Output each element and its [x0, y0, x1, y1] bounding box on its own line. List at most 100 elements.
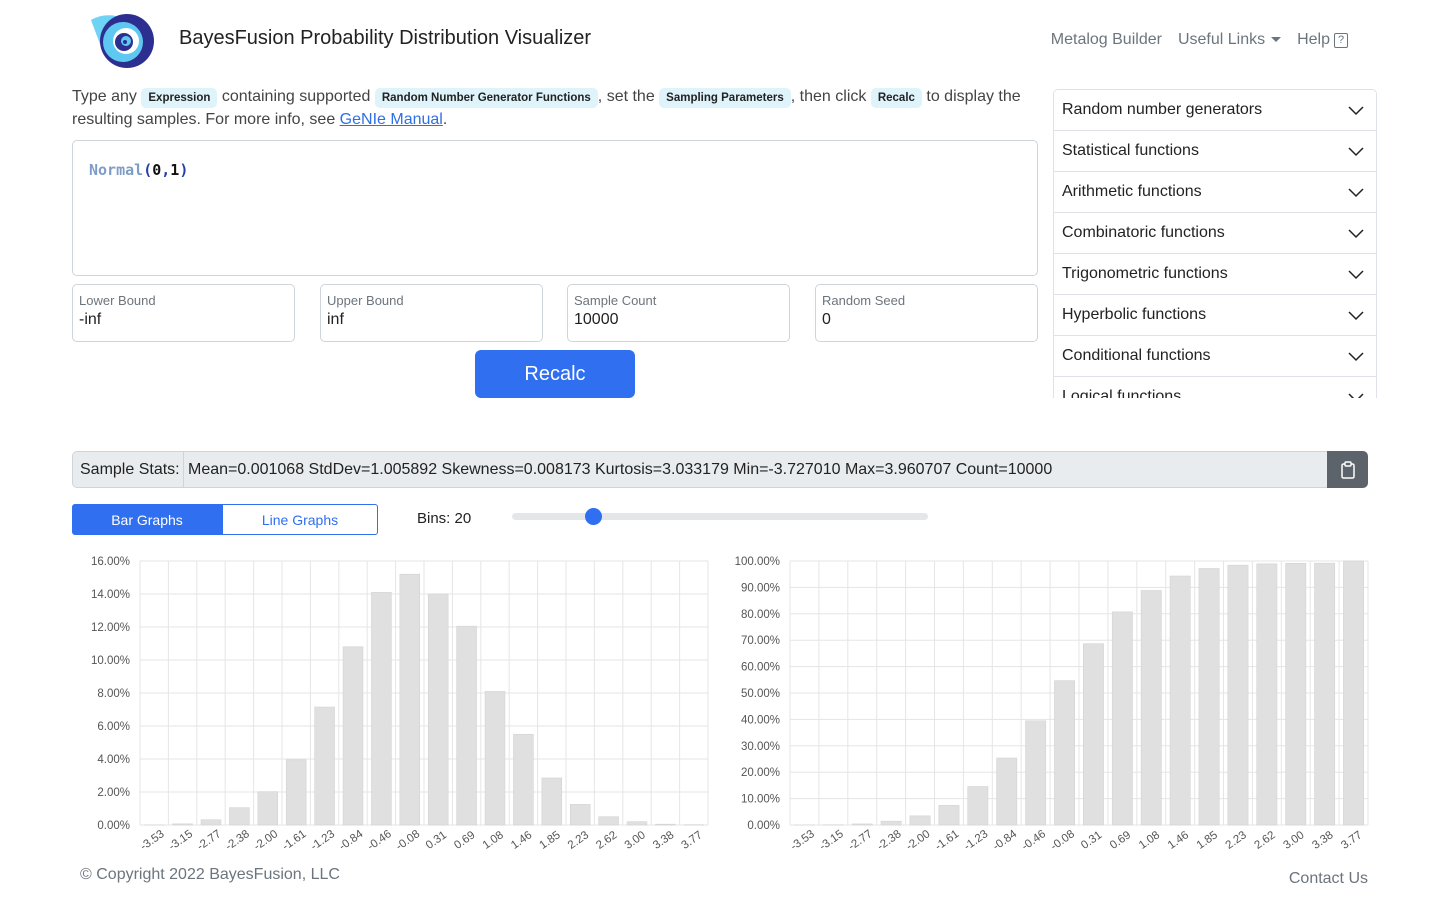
bar[interactable] — [541, 777, 563, 826]
pdf-chart: 0.00% 2.00% 4.00% 6.00% 8.00% 10.00% 12.00% 14.… — [60, 548, 720, 863]
bar[interactable] — [569, 804, 591, 826]
intro-text-6: . — [442, 111, 448, 128]
bar[interactable] — [1198, 568, 1220, 826]
bar[interactable] — [200, 819, 222, 826]
upper-bound-field[interactable]: Upper Bound inf — [320, 284, 543, 342]
y-tick-label: 80.00% — [741, 609, 780, 621]
sample-count-value[interactable]: 10000 — [574, 309, 783, 331]
bar[interactable] — [1083, 643, 1104, 826]
copy-stats-button[interactable] — [1327, 451, 1368, 488]
rng-functions-pill: Random Number Generator Functions — [374, 88, 598, 108]
x-tick-label: -2.00 — [252, 828, 280, 853]
accordion-hyperbolic-functions[interactable]: Hyperbolic functions — [1054, 295, 1376, 336]
bar[interactable] — [427, 593, 449, 826]
random-seed-field[interactable]: Random Seed 0 — [815, 284, 1038, 342]
accordion-conditional-functions[interactable]: Conditional functions — [1054, 336, 1376, 377]
bar[interactable] — [655, 823, 676, 826]
editor-close-paren: ) — [179, 161, 189, 179]
accordion-arithmetic-functions[interactable]: Arithmetic functions — [1054, 172, 1376, 213]
chevron-down-icon — [1348, 229, 1364, 239]
bar[interactable] — [1314, 562, 1336, 826]
accordion-trigonometric-functions[interactable]: Trigonometric functions — [1054, 254, 1376, 295]
x-tick-label: -1.61 — [280, 828, 308, 853]
editor-arg-2: 1 — [170, 161, 180, 179]
line-graphs-button[interactable]: Line Graphs — [222, 504, 378, 535]
bar-graphs-button[interactable]: Bar Graphs — [72, 504, 222, 535]
expression-editor[interactable]: Normal(0,1) — [72, 140, 1038, 276]
y-tick-label: 16.00% — [91, 556, 130, 568]
y-tick-label: 4.00% — [97, 754, 130, 766]
lower-bound-field[interactable]: Lower Bound -inf — [72, 284, 295, 342]
accordion-logical-functions[interactable]: Logical functions — [1054, 377, 1376, 398]
genie-manual-link[interactable]: GeNIe Manual — [340, 111, 443, 128]
x-tick-label: 1.08 — [481, 829, 506, 852]
nav-metalog-builder[interactable]: Metalog Builder — [1051, 31, 1162, 49]
nav-help[interactable]: Help? — [1297, 31, 1348, 49]
recalc-button[interactable]: Recalc — [475, 350, 635, 398]
bar[interactable] — [456, 625, 477, 826]
x-tick-label: 1.85 — [1195, 829, 1220, 852]
bar[interactable] — [626, 821, 648, 826]
bar[interactable] — [1256, 563, 1278, 826]
x-tick-label: 2.62 — [1253, 829, 1278, 852]
random-seed-value[interactable]: 0 — [822, 309, 1031, 331]
bar[interactable] — [399, 573, 421, 826]
y-tick-label: 0.00% — [747, 820, 780, 832]
bar[interactable] — [851, 823, 873, 826]
bins-slider-thumb[interactable] — [585, 508, 602, 525]
bar[interactable] — [598, 816, 619, 826]
help-icon: ? — [1334, 33, 1348, 48]
function-accordion: Random number generators Statistical fun… — [1053, 89, 1377, 398]
editor-function: Normal — [89, 161, 144, 179]
nav-useful-links[interactable]: Useful Links — [1178, 31, 1282, 49]
editor-open-paren: ( — [143, 161, 153, 179]
accordion-label: Statistical functions — [1062, 142, 1199, 159]
bar[interactable] — [938, 805, 960, 826]
bar[interactable] — [967, 786, 989, 826]
intro-text-2: containing supported — [221, 88, 371, 105]
bar[interactable] — [342, 646, 364, 826]
sample-count-field[interactable]: Sample Count 10000 — [567, 284, 790, 342]
bar[interactable] — [513, 733, 534, 826]
caret-down-icon — [1271, 37, 1282, 43]
x-tick-label: -0.84 — [337, 828, 366, 853]
bar[interactable] — [172, 823, 193, 826]
bins-slider-track[interactable] — [512, 513, 928, 520]
bar[interactable] — [1227, 564, 1249, 826]
y-tick-label: 70.00% — [741, 635, 780, 647]
bar[interactable] — [996, 757, 1018, 826]
y-tick-label: 30.00% — [741, 741, 780, 753]
lower-bound-value[interactable]: -inf — [79, 309, 288, 331]
bar[interactable] — [1140, 590, 1162, 826]
x-tick-label: 3.77 — [1339, 829, 1364, 852]
x-tick-label: 2.23 — [566, 829, 591, 852]
accordion-combinatoric-functions[interactable]: Combinatoric functions — [1054, 213, 1376, 254]
accordion-statistical-functions[interactable]: Statistical functions — [1054, 131, 1376, 172]
bayesfusion-logo — [91, 14, 154, 68]
bar[interactable] — [1025, 720, 1047, 826]
bar[interactable] — [1111, 611, 1133, 826]
upper-bound-label: Upper Bound — [327, 293, 404, 308]
y-tick-label: 20.00% — [741, 767, 780, 779]
bar[interactable] — [880, 820, 902, 826]
x-tick-label: -2.38 — [875, 828, 903, 853]
bar[interactable] — [484, 691, 506, 826]
accordion-random-number-generators[interactable]: Random number generators — [1054, 90, 1376, 131]
bar[interactable] — [1285, 563, 1307, 826]
x-tick-label: -2.00 — [904, 828, 932, 853]
bar[interactable] — [909, 815, 931, 826]
chevron-down-icon — [1348, 188, 1364, 198]
upper-bound-value[interactable]: inf — [327, 309, 536, 331]
bar[interactable] — [1169, 575, 1191, 826]
bar[interactable] — [1343, 560, 1364, 826]
contact-us-link[interactable]: Contact Us — [1289, 870, 1368, 888]
bar[interactable] — [314, 706, 335, 826]
pdf-chart-svg: 0.00% 2.00% 4.00% 6.00% 8.00% 10.00% 12.00% 14.… — [91, 556, 709, 853]
bar[interactable] — [285, 759, 307, 826]
x-tick-label: 3.00 — [1281, 829, 1306, 852]
accordion-label: Conditional functions — [1062, 347, 1211, 364]
bar[interactable] — [229, 807, 250, 826]
bar[interactable] — [371, 592, 392, 826]
bar[interactable] — [257, 791, 279, 826]
bar[interactable] — [1054, 680, 1075, 826]
